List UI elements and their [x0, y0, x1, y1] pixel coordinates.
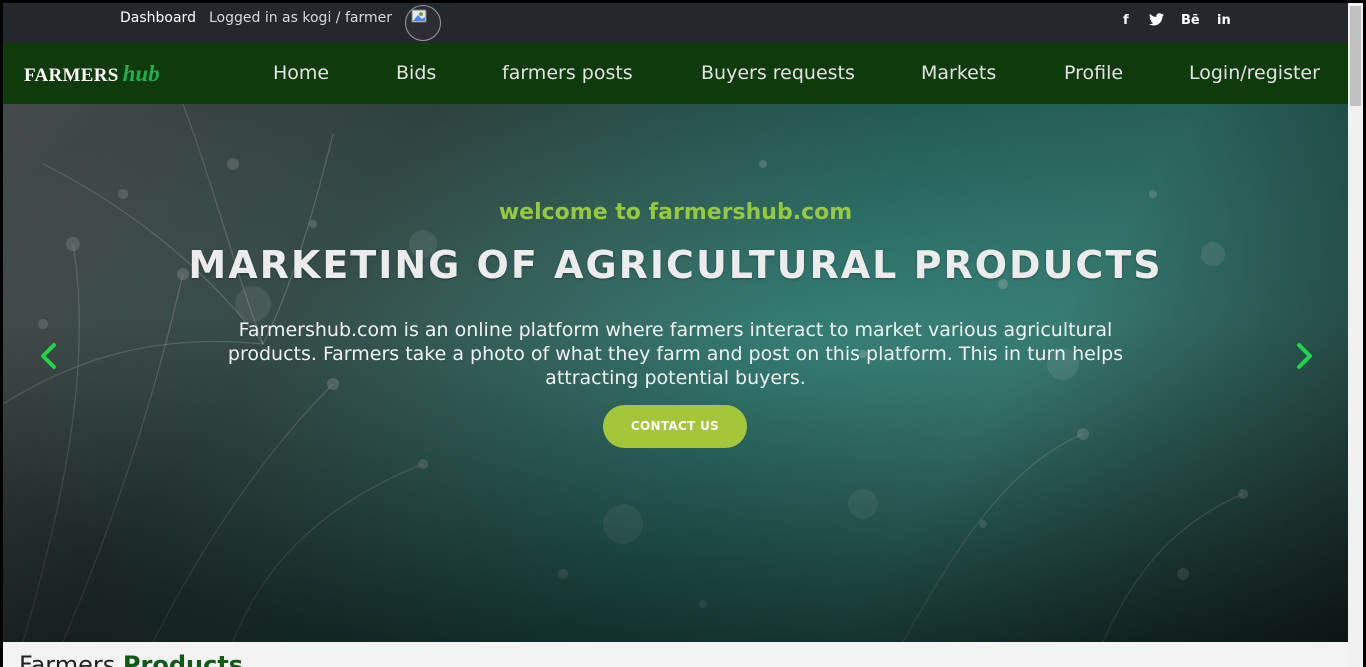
section-heading-part1: Farmers	[19, 651, 123, 667]
nav-login-register[interactable]: Login/register	[1189, 62, 1320, 84]
section-heading: Farmers Products	[19, 651, 243, 667]
contact-us-button[interactable]: CONTACT US	[603, 405, 747, 448]
nav-home[interactable]: Home	[273, 62, 329, 84]
hero-description: Farmershub.com is an online platform whe…	[227, 319, 1124, 389]
nav-markets[interactable]: Markets	[921, 62, 996, 84]
chevron-right-icon[interactable]	[1292, 342, 1316, 370]
broken-image-icon	[411, 9, 427, 23]
twitter-icon[interactable]	[1149, 13, 1164, 30]
main-navbar: FARMERS hub Home Bids farmers posts Buye…	[3, 43, 1348, 104]
logged-in-status: Logged in as kogi / farmer	[209, 10, 392, 26]
facebook-icon[interactable]: f	[1123, 13, 1129, 28]
chevron-left-icon[interactable]	[37, 342, 61, 370]
scrollbar[interactable]	[1348, 3, 1363, 667]
nav-bids[interactable]: Bids	[396, 62, 436, 84]
brand-logo[interactable]: FARMERS hub	[24, 61, 160, 87]
behance-icon[interactable]: Bē	[1181, 13, 1200, 28]
brand-part1: FARMERS	[24, 65, 119, 86]
nav-buyers-requests[interactable]: Buyers requests	[701, 62, 855, 84]
hero-headline: MARKETING OF AGRICULTURAL PRODUCTS	[188, 243, 1163, 287]
hero-carousel: welcome to farmershub.com MARKETING OF A…	[3, 104, 1348, 642]
page-frame: Dashboard Logged in as kogi / farmer f B…	[3, 3, 1348, 667]
brand-part2: hub	[122, 61, 160, 86]
scrollbar-thumb[interactable]	[1350, 6, 1361, 106]
dashboard-link[interactable]: Dashboard	[120, 10, 196, 26]
avatar[interactable]	[405, 5, 441, 41]
nav-farmers-posts[interactable]: farmers posts	[502, 62, 633, 84]
hero-welcome: welcome to farmershub.com	[498, 200, 853, 225]
nav-profile[interactable]: Profile	[1064, 62, 1123, 84]
section-heading-part2: Products	[122, 651, 244, 667]
linkedin-icon[interactable]: in	[1217, 13, 1231, 28]
top-bar: Dashboard Logged in as kogi / farmer f B…	[3, 3, 1348, 43]
